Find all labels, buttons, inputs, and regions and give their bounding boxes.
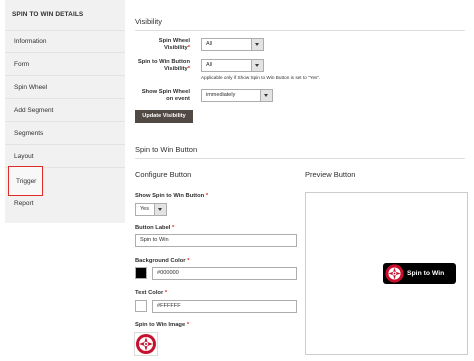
- required-mark: *: [186, 322, 190, 328]
- chevron-down-icon: [251, 39, 263, 50]
- label-text: Show Spin to Win Button: [135, 193, 205, 199]
- sidebar-item-segments[interactable]: Segments: [5, 123, 125, 145]
- required-mark: *: [187, 258, 190, 264]
- show-button-select[interactable]: Yes: [135, 203, 167, 216]
- spin-image-label: Spin to Win Image *: [135, 322, 189, 328]
- text-color-label: Text Color *: [135, 290, 167, 296]
- update-visibility-button[interactable]: Update Visibility: [135, 110, 193, 123]
- button-visibility-select[interactable]: All: [201, 59, 264, 72]
- select-value: All: [206, 41, 213, 47]
- required-mark: *: [172, 225, 175, 231]
- preview-button-label: Spin to Win: [407, 270, 445, 277]
- sidebar-item-trigger[interactable]: Trigger: [8, 166, 43, 196]
- sidebar-item-form[interactable]: Form: [5, 54, 125, 76]
- button-visibility-label: Spin to Win Button Visibility*: [134, 59, 190, 73]
- label-line: on event: [166, 96, 190, 102]
- spin-wheel-icon: [136, 334, 156, 354]
- spin-wheel-icon: [385, 264, 404, 283]
- show-button-label: Show Spin to Win Button *: [135, 193, 208, 199]
- button-label-input[interactable]: Spin to Win: [135, 234, 297, 247]
- required-mark: *: [187, 66, 190, 72]
- label-line: Spin to Win Button: [137, 59, 190, 65]
- background-color-label: Background Color *: [135, 258, 189, 264]
- configure-heading: Configure Button: [135, 170, 192, 179]
- divider: [135, 158, 465, 159]
- spin-wheel-visibility-select[interactable]: All: [201, 38, 264, 51]
- sidebar-item-report[interactable]: Report: [5, 193, 125, 215]
- background-color-swatch[interactable]: [135, 267, 147, 279]
- label-text: Text Color: [135, 290, 164, 296]
- text-color-swatch[interactable]: [135, 300, 147, 312]
- spin-to-win-preview-button: Spin to Win: [383, 263, 456, 284]
- label-line: Spin Wheel: [158, 38, 190, 44]
- label-text: Spin to Win Image: [135, 322, 186, 328]
- sidebar-item-layout[interactable]: Layout: [5, 146, 125, 168]
- background-color-input[interactable]: #000000: [152, 267, 297, 280]
- spin-image-thumbnail[interactable]: [134, 332, 158, 356]
- select-value: immediately: [206, 92, 236, 98]
- label-line: Show Spin Wheel: [141, 89, 190, 95]
- divider: [135, 30, 465, 31]
- select-value: Yes: [140, 206, 149, 212]
- button-visibility-note: Applicable only if Show Spin to Win Butt…: [201, 75, 321, 80]
- select-value: All: [206, 62, 213, 68]
- chevron-down-icon: [154, 204, 166, 215]
- required-mark: *: [164, 290, 168, 296]
- sidebar-item-add-segment[interactable]: Add Segment: [5, 100, 125, 122]
- chevron-down-icon: [251, 60, 263, 71]
- required-mark: *: [187, 45, 190, 51]
- label-text: Button Label: [135, 225, 171, 231]
- show-on-event-label: Show Spin Wheel on event: [134, 89, 190, 103]
- required-mark: *: [205, 193, 209, 199]
- preview-heading: Preview Button: [305, 170, 356, 179]
- button-label-label: Button Label *: [135, 225, 174, 231]
- sidebar-item-spin-wheel[interactable]: Spin Wheel: [5, 77, 125, 99]
- sidebar-item-information[interactable]: Information: [5, 31, 125, 53]
- label-text: Background Color: [135, 258, 186, 264]
- sidebar-title: SPIN TO WIN DETAILS: [5, 0, 125, 31]
- visibility-heading: Visibility: [135, 17, 162, 26]
- spin-wheel-visibility-label: Spin Wheel Visibility*: [134, 38, 190, 52]
- label-line: Visibility: [164, 66, 188, 72]
- text-color-input[interactable]: #FFFFFF: [152, 300, 297, 313]
- spin-button-heading: Spin to Win Button: [135, 145, 198, 154]
- label-line: Visibility: [164, 45, 188, 51]
- chevron-down-icon: [260, 90, 272, 101]
- show-on-event-select[interactable]: immediately: [201, 89, 273, 102]
